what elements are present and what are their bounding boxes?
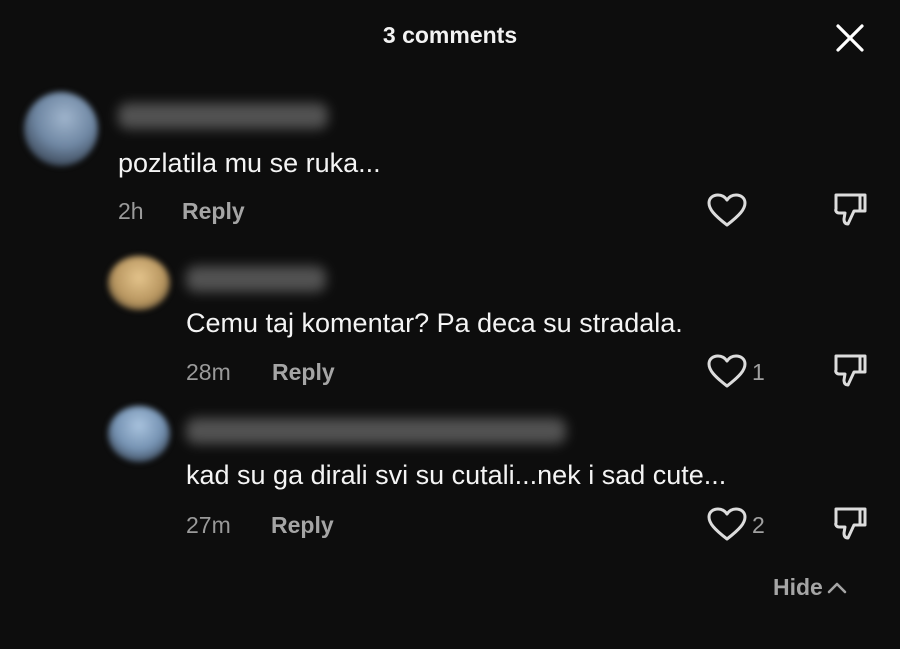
reply-button[interactable]: Reply	[182, 198, 245, 225]
hide-replies-button[interactable]: Hide	[773, 574, 849, 601]
like-count: 2	[752, 512, 765, 538]
like-count: 1	[752, 359, 765, 385]
heart-icon	[707, 354, 747, 388]
reply-button[interactable]: Reply	[272, 359, 335, 386]
comments-count-title: 3 comments	[382, 22, 518, 48]
like-button[interactable]	[706, 192, 748, 233]
avatar[interactable]	[24, 92, 98, 166]
avatar[interactable]	[108, 256, 170, 310]
thumbs-down-icon	[834, 193, 867, 226]
comment-time: 27m	[186, 512, 231, 538]
avatar[interactable]	[108, 406, 170, 462]
close-button[interactable]	[832, 20, 868, 56]
comment-text: Cemu taj komentar? Pa deca su stradala.	[186, 308, 683, 338]
like-button[interactable]	[706, 353, 748, 394]
comment-text: kad su ga dirali svi su cutali...nek i s…	[186, 460, 727, 490]
dislike-button[interactable]	[832, 191, 868, 234]
comment-text: pozlatila mu se ruka...	[118, 148, 381, 178]
username-redacted[interactable]	[186, 418, 566, 444]
close-icon	[836, 24, 864, 52]
username-redacted[interactable]	[118, 103, 328, 129]
thumbs-down-icon	[834, 354, 867, 387]
dislike-button[interactable]	[832, 505, 868, 548]
username-redacted[interactable]	[186, 266, 326, 292]
like-button[interactable]	[706, 506, 748, 547]
hide-label: Hide	[773, 574, 823, 600]
heart-icon	[707, 193, 747, 227]
dislike-button[interactable]	[832, 352, 868, 395]
heart-icon	[707, 507, 747, 541]
comment-time: 28m	[186, 359, 231, 385]
thumbs-down-icon	[834, 507, 867, 540]
comment-time: 2h	[118, 198, 144, 224]
reply-button[interactable]: Reply	[271, 512, 334, 539]
chevron-up-icon	[827, 582, 847, 593]
